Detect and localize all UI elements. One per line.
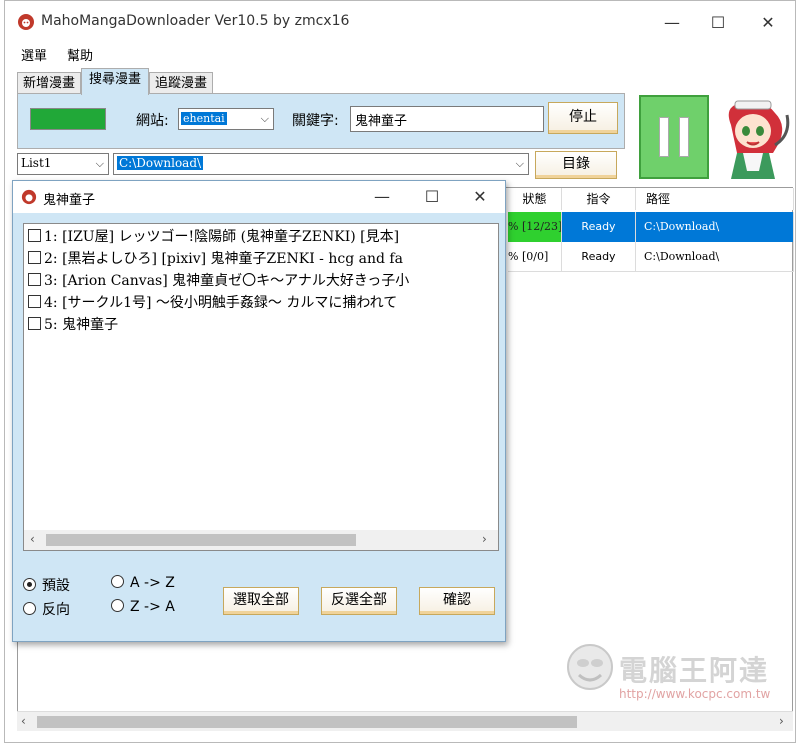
list-horizontal-scrollbar[interactable]: ‹ ›	[24, 530, 498, 550]
scroll-left-icon[interactable]: ‹	[21, 714, 26, 728]
sort-default-label: 預設	[42, 578, 70, 594]
list-select-value: List1	[21, 156, 52, 170]
keyword-input-value: 鬼神童子	[355, 114, 408, 129]
column-header-command[interactable]: 指令	[562, 188, 636, 210]
path-select-value: C:\Download\	[117, 156, 204, 170]
checkbox[interactable]	[28, 295, 41, 308]
minimize-button[interactable]: —	[657, 9, 687, 37]
status-cell: % [12/23]	[508, 212, 562, 242]
list-select[interactable]: List1 ⌵	[17, 153, 109, 175]
list-item-label: 1: [IZU屋] レッツゴー!陰陽師 (鬼神童子ZENKI) [見本]	[44, 229, 400, 245]
window-title: MahoMangaDownloader Ver10.5 by zmcx16	[41, 13, 350, 29]
table-row[interactable]: % [0/0] Ready C:\Download\	[508, 242, 794, 272]
status-cell: % [0/0]	[508, 242, 562, 272]
site-select[interactable]: ehentai ⌵	[178, 108, 274, 130]
radio-selected-icon[interactable]	[23, 578, 36, 591]
scroll-right-icon[interactable]: ›	[482, 532, 487, 546]
chevron-down-icon: ⌵	[515, 157, 524, 170]
dialog-minimize-button[interactable]: —	[367, 183, 397, 211]
list-item-label: 5: 鬼神童子	[44, 317, 119, 333]
progress-indicator	[30, 108, 106, 130]
menu-item-help[interactable]: 幫助	[67, 45, 93, 64]
scroll-left-icon[interactable]: ‹	[30, 532, 35, 546]
path-cell: C:\Download\	[636, 242, 794, 272]
search-results-dialog: 鬼神童子 — ☐ ✕ 1: [IZU屋] レッツゴー!陰陽師 (鬼神童子ZENK…	[12, 180, 506, 642]
path-cell: C:\Download\	[636, 212, 794, 242]
keyword-input[interactable]: 鬼神童子	[350, 106, 544, 132]
tab-add-manga[interactable]: 新增漫畫	[17, 72, 81, 94]
mascot-image	[728, 100, 790, 179]
menu-item-select[interactable]: 選單	[21, 45, 47, 64]
list-item[interactable]: 4: [サークル1号] ～役小明触手姦録～ カルマに捕われて	[28, 292, 397, 314]
dialog-close-button[interactable]: ✕	[465, 183, 495, 211]
app-icon	[18, 14, 34, 30]
radio-icon[interactable]	[23, 602, 36, 615]
column-header-status[interactable]: 狀態	[508, 188, 562, 210]
radio-icon[interactable]	[111, 599, 124, 612]
dialog-title: 鬼神童子	[43, 193, 96, 208]
keyword-label: 關鍵字:	[292, 113, 339, 129]
close-button[interactable]: ✕	[753, 9, 783, 37]
site-select-value: ehentai	[181, 112, 227, 125]
menu-bar: 選單 幫助	[5, 41, 795, 65]
sort-default-option[interactable]: 預設	[23, 575, 70, 595]
list-item[interactable]: 2: [黒岩よしひろ] [pixiv] 鬼神童子ZENKI - hcg and …	[28, 248, 403, 270]
list-item-label: 2: [黒岩よしひろ] [pixiv] 鬼神童子ZENKI - hcg and …	[44, 251, 403, 267]
command-cell: Ready	[562, 212, 636, 242]
column-header-path[interactable]: 路徑	[636, 188, 794, 210]
select-all-button[interactable]: 選取全部	[223, 587, 299, 615]
list-item[interactable]: 1: [IZU屋] レッツゴー!陰陽師 (鬼神童子ZENKI) [見本]	[28, 226, 399, 248]
sort-za-label: Z -> A	[130, 599, 175, 615]
chevron-down-icon: ⌵	[95, 157, 104, 170]
checkbox[interactable]	[28, 229, 41, 242]
scrollbar-thumb[interactable]	[46, 534, 356, 546]
table-row[interactable]: % [12/23] Ready C:\Download\	[508, 212, 794, 242]
chevron-down-icon: ⌵	[260, 112, 269, 125]
scroll-right-icon[interactable]: ›	[779, 714, 784, 728]
list-item-label: 4: [サークル1号] ～役小明触手姦録～ カルマに捕われて	[44, 295, 398, 311]
sort-reverse-label: 反向	[42, 602, 70, 618]
watermark-url: http://www.kocpc.com.tw	[619, 687, 771, 701]
path-select[interactable]: C:\Download\ ⌵	[113, 153, 529, 175]
pause-icon-bar	[679, 117, 689, 157]
app-icon	[21, 189, 37, 205]
pause-button[interactable]	[639, 95, 709, 179]
results-list: 1: [IZU屋] レッツゴー!陰陽師 (鬼神童子ZENKI) [見本] 2: …	[23, 223, 499, 551]
checkbox[interactable]	[28, 317, 41, 330]
site-label: 網站:	[136, 113, 169, 129]
pause-icon	[659, 117, 669, 157]
stop-button[interactable]: 停止	[548, 102, 618, 134]
command-cell: Ready	[562, 242, 636, 272]
sort-az-label: A -> Z	[130, 575, 175, 591]
maximize-button[interactable]: ☐	[703, 9, 733, 37]
checkbox[interactable]	[28, 273, 41, 286]
dialog-title-bar: 鬼神童子 — ☐ ✕	[13, 181, 505, 213]
title-bar: MahoMangaDownloader Ver10.5 by zmcx16 — …	[5, 1, 795, 41]
dialog-maximize-button[interactable]: ☐	[417, 183, 447, 211]
directory-button[interactable]: 目錄	[535, 151, 617, 179]
sort-reverse-option[interactable]: 反向	[23, 599, 70, 619]
search-panel: 網站: ehentai ⌵ 關鍵字: 鬼神童子 停止	[17, 93, 625, 149]
confirm-button[interactable]: 確認	[419, 587, 495, 615]
checkbox[interactable]	[28, 251, 41, 264]
list-item[interactable]: 5: 鬼神童子	[28, 314, 118, 336]
radio-icon[interactable]	[111, 575, 124, 588]
tab-track-manga[interactable]: 追蹤漫畫	[149, 72, 213, 94]
invert-selection-button[interactable]: 反選全部	[321, 587, 397, 615]
horizontal-scrollbar[interactable]: ‹ ›	[17, 711, 793, 731]
watermark-text: 電腦王阿達	[619, 654, 770, 687]
sort-az-option[interactable]: A -> Z	[111, 575, 175, 591]
sort-za-option[interactable]: Z -> A	[111, 599, 175, 615]
tab-search-manga[interactable]: 搜尋漫畫	[81, 68, 149, 95]
watermark-logo-icon	[567, 644, 613, 690]
list-item[interactable]: 3: [Arion Canvas] 鬼神童貞ゼ〇キ～アナル大好きっ子小	[28, 270, 409, 292]
list-item-label: 3: [Arion Canvas] 鬼神童貞ゼ〇キ～アナル大好きっ子小	[44, 273, 410, 289]
scrollbar-thumb[interactable]	[37, 716, 577, 728]
tab-strip: 新增漫畫 搜尋漫畫 追蹤漫畫	[17, 68, 625, 95]
